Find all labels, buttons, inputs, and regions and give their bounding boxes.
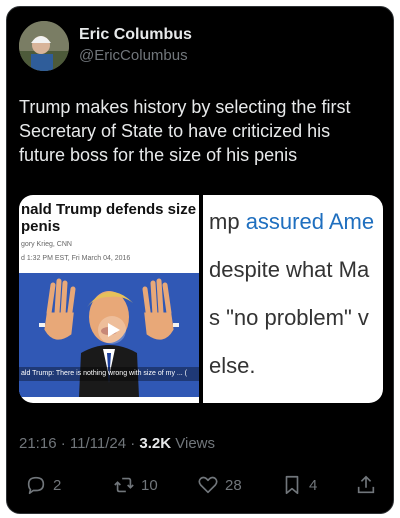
article-headline-line1: nald Trump defends size o	[21, 201, 199, 218]
article-text-line3: s "no problem" v	[209, 305, 369, 330]
article-photo-caption: ald Trump: There is nothing wrong with s…	[19, 367, 199, 381]
article-text-line2: despite what Ma	[209, 257, 370, 282]
avatar[interactable]	[19, 21, 69, 71]
like-count: 28	[225, 476, 242, 494]
article-text-line4: else.	[209, 353, 256, 378]
article-text-link: assured Ame	[245, 209, 375, 234]
avatar-image	[19, 21, 69, 71]
reply-count: 2	[53, 476, 62, 494]
bookmark-count: 4	[309, 476, 318, 494]
media-image-article-screenshot[interactable]: nald Trump defends size o penis gory Kri…	[19, 195, 199, 403]
article-text-line1: mp assured Ame	[209, 209, 374, 235]
tweet-card: Eric Columbus @EricColumbus Trump makes …	[6, 6, 394, 514]
tweet-header: Eric Columbus @EricColumbus	[19, 21, 379, 73]
play-icon[interactable]	[97, 315, 127, 345]
article-date: d 1:32 PM EST, Fri March 04, 2016	[21, 255, 131, 262]
repost-button[interactable]: 10	[113, 471, 158, 499]
article-text-line1-prefix: mp	[209, 209, 246, 234]
repost-count: 10	[141, 476, 158, 494]
author-display-name[interactable]: Eric Columbus	[79, 26, 192, 44]
bookmark-button[interactable]: 4	[281, 471, 317, 499]
tweet-text: Trump makes history by selecting the fir…	[19, 97, 351, 165]
meta-separator: ·	[60, 435, 66, 452]
tweet-time[interactable]: 21:16	[19, 435, 57, 452]
action-bar: 2 10 28 4	[19, 471, 383, 499]
share-button[interactable]	[355, 471, 383, 499]
tweet-date[interactable]: 11/11/24	[70, 435, 126, 452]
article-byline: gory Krieg, CNN	[21, 241, 72, 248]
like-button[interactable]: 28	[197, 471, 242, 499]
views-label: Views	[175, 435, 216, 452]
share-icon	[357, 475, 375, 494]
tweet-meta: 21:16 · 11/11/24 · 3.2K Views	[19, 435, 215, 452]
repost-icon	[114, 477, 134, 493]
author-handle[interactable]: @EricColumbus	[79, 47, 188, 64]
views-count: 3.2K	[139, 435, 172, 452]
article-headline-line2: penis	[21, 218, 61, 235]
heart-icon	[198, 476, 218, 494]
reply-button[interactable]: 2	[25, 471, 61, 499]
media-image-article-text[interactable]: mp assured Ame despite what Ma s "no pro…	[203, 195, 383, 403]
reply-icon	[27, 476, 45, 495]
bookmark-icon	[285, 475, 299, 495]
meta-separator: ·	[130, 435, 136, 452]
media-gallery[interactable]: nald Trump defends size o penis gory Kri…	[19, 195, 383, 403]
